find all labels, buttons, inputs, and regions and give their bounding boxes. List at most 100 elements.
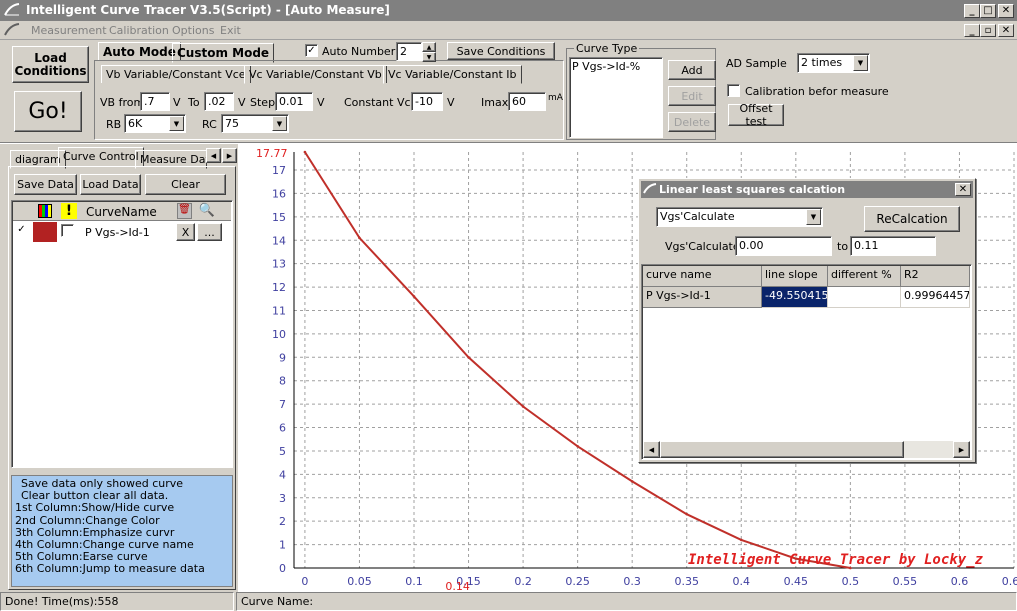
auto-number-checkbox[interactable]: ✓ <box>305 44 318 57</box>
calibration-checkbox[interactable] <box>727 84 740 97</box>
chevron-down-icon[interactable]: ▼ <box>272 116 287 131</box>
minimize-button[interactable]: _ <box>964 4 980 18</box>
scroll-thumb[interactable] <box>660 441 904 458</box>
spin-up-icon[interactable]: ▲ <box>422 42 436 52</box>
save-data-button[interactable]: Save Data <box>14 174 77 195</box>
edit-button[interactable]: Edit <box>668 86 716 106</box>
close-button[interactable]: ✕ <box>998 4 1014 18</box>
y-tick-label: 15 <box>272 211 286 224</box>
tab-auto-mode[interactable]: Auto Mode <box>98 42 181 61</box>
lls-close-button[interactable]: ✕ <box>955 183 971 196</box>
chevron-down-icon[interactable]: ▼ <box>806 209 821 225</box>
menu-measurement[interactable]: Measurement <box>31 24 107 37</box>
mdi-restore-button[interactable]: ▫ <box>980 24 996 37</box>
load-data-button[interactable]: Load Data <box>80 174 141 195</box>
help-line: 1st Column:Show/Hide curve <box>15 501 175 515</box>
data-point <box>521 405 525 408</box>
spin-down-icon[interactable]: ▼ <box>422 52 436 62</box>
lls-row-r2[interactable]: 0.999644577! <box>901 287 970 308</box>
lls-row-curve-name: P Vgs->Id-1 <box>643 287 762 308</box>
emphasize-checkbox[interactable] <box>61 224 74 237</box>
erase-curve-button[interactable]: X <box>176 223 195 241</box>
chevron-down-icon[interactable]: ▼ <box>169 116 184 131</box>
y-tick-label: 13 <box>272 258 286 271</box>
calibration-label: Calibration befor measure <box>745 85 889 98</box>
x-tick-label: 0.6 <box>951 575 969 588</box>
tab-scroll-right-icon[interactable]: ▶ <box>222 148 237 163</box>
y-max-label: 17.77 <box>256 147 288 160</box>
lls-app-icon <box>643 183 657 194</box>
auto-number-input[interactable]: 2 <box>396 42 422 61</box>
constant-vce-input[interactable]: -10 <box>411 92 443 111</box>
x-marker-label: 0.14 <box>445 580 470 592</box>
menu-calibration[interactable]: Calibration <box>109 24 169 37</box>
y-tick-label: 10 <box>272 328 286 341</box>
status-right: Curve Name: <box>236 592 1017 611</box>
imax-label: Imax <box>481 96 509 109</box>
step-unit: V <box>317 96 325 109</box>
x-tick-label: 0.4 <box>733 575 751 588</box>
imax-input[interactable]: 60 <box>508 92 546 111</box>
x-tick-label: 0.3 <box>623 575 641 588</box>
mdi-minimize-button[interactable]: _ <box>964 24 980 37</box>
delete-button[interactable]: Delete <box>668 112 716 132</box>
rb-label: RB <box>106 118 122 131</box>
data-point <box>303 150 307 154</box>
rb-select[interactable]: 6K ▼ <box>124 114 186 133</box>
add-button[interactable]: Add <box>668 60 716 80</box>
lls-select[interactable]: Vgs'Calculate ▼ <box>656 207 823 227</box>
lls-row-line-slope[interactable]: -49.5504150 <box>762 287 828 308</box>
step-label: Step <box>250 96 276 109</box>
subtab-vb-variable[interactable]: Vb Variable/Constant Vce <box>101 65 251 83</box>
scroll-right-icon[interactable]: ▶ <box>953 441 970 458</box>
to-unit: V <box>238 96 246 109</box>
mdi-close-button[interactable]: ✕ <box>998 24 1014 37</box>
rb-value: 6K <box>128 117 143 130</box>
load-conditions-button[interactable]: Load Conditions <box>12 46 89 83</box>
lls-header-line-slope: line slope <box>762 266 828 287</box>
imax-unit: mA <box>548 93 563 103</box>
warning-icon: ! <box>61 203 77 219</box>
curve-type-list[interactable]: P Vgs->Id-% <box>569 57 663 138</box>
rc-select[interactable]: 75 ▼ <box>221 114 289 133</box>
search-icon: 🔍 <box>198 203 216 218</box>
lls-select-value: Vgs'Calculate <box>660 210 735 223</box>
offset-test-button[interactable]: Offset test <box>728 102 784 128</box>
recalcation-button[interactable]: ReCalcation <box>864 206 960 232</box>
curve-name-cell[interactable]: P Vgs->Id-1 <box>85 226 150 239</box>
curve-type-item[interactable]: P Vgs->Id-% <box>570 58 662 75</box>
y-tick-label: 2 <box>279 515 286 528</box>
lls-row-different[interactable] <box>828 287 901 308</box>
subtab-vc-variable-ib[interactable]: Vc Variable/Constant Ib <box>383 65 522 84</box>
menu-options[interactable]: Options <box>172 24 214 37</box>
y-tick-label: 1 <box>279 539 286 552</box>
chevron-down-icon[interactable]: ▼ <box>853 55 868 71</box>
tab-scroll-left-icon[interactable]: ◀ <box>206 148 221 163</box>
trash-icon: 🗑 <box>177 203 192 219</box>
maximize-button[interactable]: □ <box>980 4 996 18</box>
rc-label: RC <box>202 118 217 131</box>
app-icon <box>4 3 20 16</box>
curve-type-legend: Curve Type <box>574 42 640 55</box>
clear-button[interactable]: Clear <box>145 174 226 195</box>
scroll-left-icon[interactable]: ◀ <box>643 441 660 458</box>
data-point <box>467 356 470 359</box>
ad-sample-select[interactable]: 2 times ▼ <box>797 53 870 73</box>
step-input[interactable]: 0.01 <box>275 92 313 111</box>
menu-exit[interactable]: Exit <box>220 24 241 37</box>
x-tick-label: 0.2 <box>514 575 532 588</box>
jump-to-data-button[interactable]: ... <box>197 223 222 241</box>
status-left: Done! Time(ms):558 <box>0 592 234 611</box>
to-input[interactable]: .02 <box>204 92 234 111</box>
tab-curve-control[interactable]: Curve Control <box>58 147 144 167</box>
save-conditions-button[interactable]: Save Conditions <box>447 42 555 60</box>
go-button[interactable]: Go! <box>14 91 82 132</box>
title-bar: Intelligent Curve Tracer V3.5(Script) - … <box>0 0 1017 21</box>
subtab-vc-variable-vb[interactable]: Vc Variable/Constant Vb <box>244 65 387 84</box>
lls-from-input[interactable]: 0.00 <box>735 236 832 256</box>
lls-to-input[interactable]: 0.11 <box>850 236 936 256</box>
curve-color-swatch[interactable] <box>33 222 57 242</box>
show-curve-checkbox[interactable]: ✓ <box>15 224 28 237</box>
data-point <box>412 295 416 298</box>
vb-from-input[interactable]: .7 <box>140 92 170 111</box>
